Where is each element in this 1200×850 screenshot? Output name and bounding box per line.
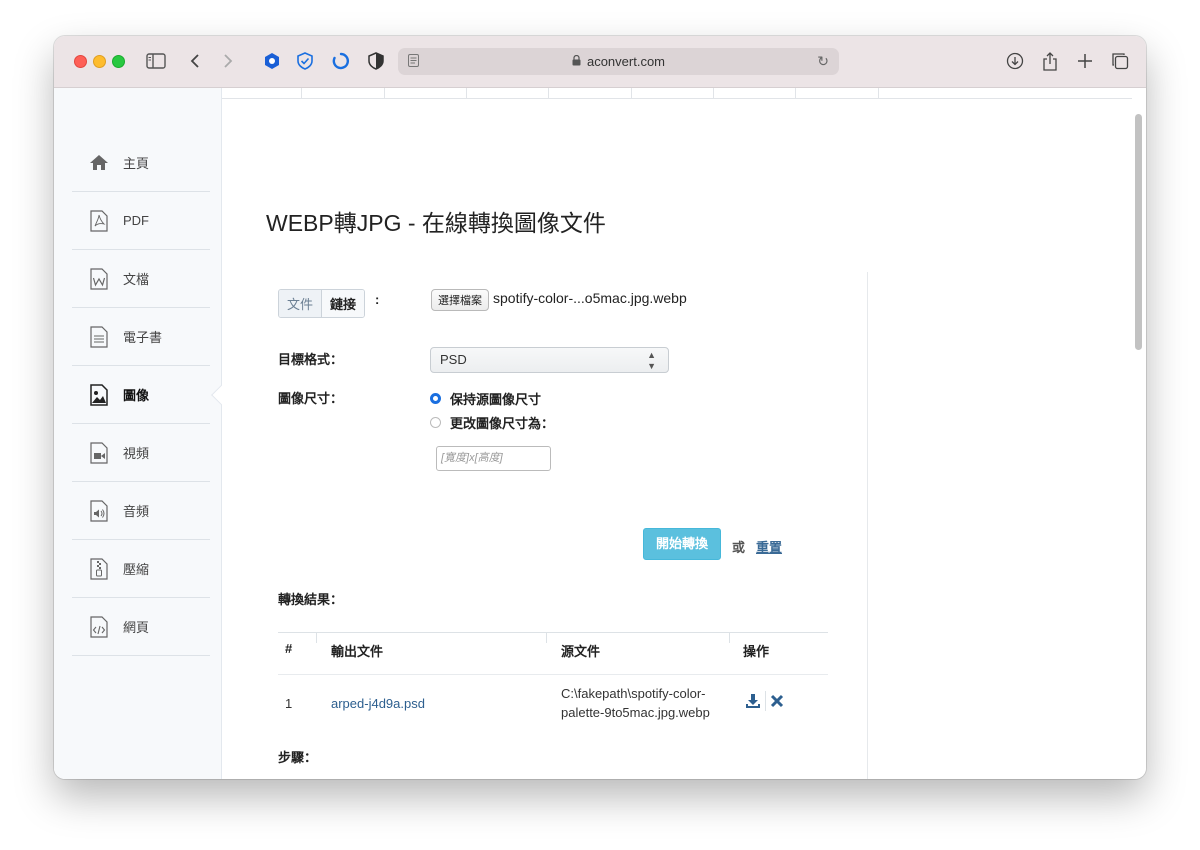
image-file-icon	[88, 383, 110, 406]
address-bar[interactable]: aconvert.com ↻	[398, 48, 839, 75]
sidebar-item-label: 主頁	[123, 156, 150, 171]
sidebar-item-label: 電子書	[123, 330, 163, 345]
source-file-line2: palette-9to5mac.jpg.webp	[561, 705, 710, 720]
category-sidebar: 主頁 PDF 文檔 電子書 圖像 視頻 音頻 壓縮 網頁	[54, 88, 222, 779]
loading-ring-icon[interactable]	[330, 50, 352, 72]
sidebar-item-archive[interactable]: 壓縮	[72, 540, 210, 598]
zoom-window-button[interactable]	[112, 55, 125, 68]
sidebar-item-label: 音頻	[123, 504, 150, 519]
sidebar-item-label: 文檔	[123, 272, 150, 287]
sidebar-item-document[interactable]: 文檔	[72, 250, 210, 308]
source-tabs: 文件 鏈接	[278, 289, 366, 318]
reload-icon[interactable]: ↻	[817, 53, 829, 70]
extension-hex-icon[interactable]	[261, 50, 283, 72]
target-format-label: 目標格式：	[278, 352, 344, 367]
results-table: # 輸出文件 源文件 操作 1 arped-j4d9a.psd C:\fakep…	[278, 632, 828, 720]
sidebar-item-label: 壓縮	[123, 562, 150, 577]
sidebar-item-image[interactable]: 圖像	[72, 366, 210, 424]
sidebar-item-home[interactable]: 主頁	[72, 134, 210, 192]
audio-file-icon	[88, 499, 110, 522]
steps-label: 步驟：	[278, 750, 318, 765]
radio-keep-size-label: 保持源圖像尺寸	[450, 392, 542, 407]
top-nav-strip	[222, 88, 1132, 99]
target-format-value: PSD	[440, 352, 467, 367]
browser-window: aconvert.com ↻ 主頁 PDF 文檔 電子書 圖像 視頻 音頻 壓縮…	[54, 36, 1146, 779]
lock-icon	[572, 54, 581, 69]
forward-icon[interactable]	[217, 50, 239, 72]
sidebar-item-label: 網頁	[123, 620, 150, 635]
source-file-line1: C:\fakepath\spotify-color-	[561, 686, 706, 701]
sidebar-item-label: PDF	[123, 213, 149, 228]
browser-toolbar: aconvert.com ↻	[54, 36, 1146, 88]
or-text: 或	[732, 540, 746, 555]
col-header-index: #	[285, 641, 293, 656]
radio-selected-icon[interactable]	[430, 393, 441, 404]
archive-file-icon	[88, 557, 110, 580]
choose-file-button[interactable]: 選擇檔案	[431, 289, 489, 311]
pdf-file-icon	[88, 209, 110, 232]
sidebar-item-audio[interactable]: 音頻	[72, 482, 210, 540]
page-title: WEBP轉JPG - 在線轉換圖像文件	[266, 210, 606, 236]
downloads-icon[interactable]	[1004, 50, 1026, 72]
shield-check-icon[interactable]	[294, 50, 316, 72]
new-tab-icon[interactable]	[1074, 50, 1096, 72]
video-file-icon	[88, 441, 110, 464]
radio-change-size-label: 更改圖像尺寸為：	[450, 416, 555, 431]
tab-file[interactable]: 文件	[279, 290, 323, 317]
reset-link[interactable]: 重置	[756, 537, 782, 556]
results-label: 轉換結果：	[278, 592, 344, 607]
select-arrows-icon: ▲ ▼	[647, 350, 656, 371]
selected-file-name: spotify-color-...o5mac.jpg.webp	[493, 290, 687, 306]
download-icon[interactable]	[745, 693, 761, 712]
tab-link[interactable]: 鏈接	[322, 290, 365, 317]
ebook-file-icon	[88, 325, 110, 348]
radio-change-size[interactable]: 更改圖像尺寸為：	[430, 413, 554, 432]
minimize-window-button[interactable]	[93, 55, 106, 68]
sidebar-item-label: 視頻	[123, 446, 150, 461]
target-format-select[interactable]: PSD ▲ ▼	[430, 347, 669, 373]
source-colon: :	[375, 292, 380, 307]
close-window-button[interactable]	[74, 55, 87, 68]
image-size-label: 圖像尺寸：	[278, 391, 344, 406]
delete-icon[interactable]	[770, 693, 784, 712]
reader-view-icon[interactable]	[408, 54, 419, 70]
sidebar-item-webpage[interactable]: 網頁	[72, 598, 210, 656]
privacy-shield-icon[interactable]	[365, 50, 387, 72]
home-icon	[88, 152, 110, 174]
radio-keep-size[interactable]: 保持源圖像尺寸	[430, 389, 541, 408]
output-file-link[interactable]: arped-j4d9a.psd	[331, 695, 425, 713]
sidebar-item-ebook[interactable]: 電子書	[72, 308, 210, 366]
sidebar-toggle-icon[interactable]	[145, 50, 167, 72]
share-icon[interactable]	[1039, 50, 1061, 72]
page-content: 主頁 PDF 文檔 電子書 圖像 視頻 音頻 壓縮 網頁 WEBP轉JPG - …	[54, 88, 1146, 779]
radio-unselected-icon[interactable]	[430, 417, 441, 428]
webpage-file-icon	[88, 615, 110, 638]
tab-overview-icon[interactable]	[1109, 50, 1131, 72]
page-scrollbar[interactable]	[1135, 114, 1142, 350]
sidebar-item-label: 圖像	[123, 388, 150, 403]
col-header-source: 源文件	[561, 644, 601, 659]
col-header-output: 輸出文件	[331, 644, 384, 659]
sidebar-item-pdf[interactable]: PDF	[72, 192, 210, 250]
back-icon[interactable]	[184, 50, 206, 72]
word-file-icon	[88, 267, 110, 290]
row-index: 1	[285, 696, 293, 711]
url-text: aconvert.com	[586, 54, 666, 69]
size-input[interactable]: [寬度]x[高度]	[436, 446, 551, 471]
convert-button[interactable]: 開始轉換	[643, 528, 721, 560]
col-header-actions: 操作	[743, 644, 770, 659]
sidebar-item-video[interactable]: 視頻	[72, 424, 210, 482]
